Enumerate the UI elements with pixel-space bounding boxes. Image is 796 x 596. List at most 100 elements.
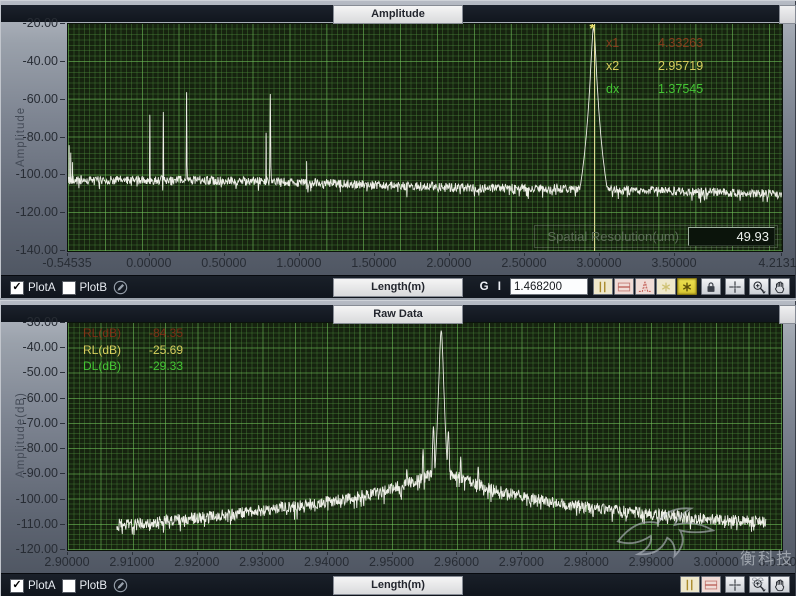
- readout-row: x22.95719: [606, 54, 703, 77]
- y-tick-label: -80.00: [23, 130, 58, 144]
- plotb-label: PlotB: [80, 580, 108, 592]
- toolbar-right: G I: [480, 278, 790, 295]
- band-marker-icon[interactable]: [614, 278, 634, 295]
- partial-tab[interactable]: [779, 305, 796, 324]
- readout-row: x14.33263: [606, 31, 703, 54]
- y-axis-ticks: -30.00-40.00-50.00-60.00-70.00-80.00-90.…: [0, 322, 67, 549]
- x-tick-label: 2.90000: [44, 555, 89, 569]
- plot-area[interactable]: RL(dB)-84.35RL(dB)-25.69DL(dB)-29.33: [67, 322, 783, 551]
- spatial-resolution-label: Spatial Resolution(um): [547, 229, 679, 244]
- x-axis-ticks: 2.90000 2.91000 2.92000 2.93000 2.94000 2.950…: [0, 552, 796, 569]
- plotb-checkbox[interactable]: PlotB: [62, 579, 108, 593]
- lock-icon[interactable]: [701, 278, 721, 295]
- cursor-lines-icon[interactable]: [680, 576, 700, 593]
- band-marker-icon[interactable]: [701, 576, 721, 593]
- x-tick-label: 2.93000: [239, 555, 284, 569]
- spatial-resolution-value: 49.93: [688, 227, 775, 246]
- x-tick-label: 2.91000: [109, 555, 154, 569]
- footer-toolbar: PlotA PlotB Length(m) G I: [1, 275, 795, 298]
- group-index-label: G I: [480, 281, 504, 293]
- x-tick-label: 2.00000: [426, 256, 471, 270]
- zoom-in-icon[interactable]: [749, 576, 769, 593]
- tab-length-top[interactable]: Length(m): [333, 278, 463, 297]
- tab-amplitude[interactable]: Amplitude: [333, 5, 463, 24]
- plotb-checkbox[interactable]: PlotB: [62, 281, 108, 295]
- x-tick-label: 2.98000: [564, 555, 609, 569]
- plotb-checkbox-box[interactable]: [62, 579, 76, 593]
- toolbar-right: [679, 576, 790, 593]
- y-tick-label: -60.00: [23, 391, 58, 405]
- measurement-legend: RL(dB)-84.35RL(dB)-25.69DL(dB)-29.33: [83, 325, 183, 375]
- cursor-line[interactable]: [594, 24, 595, 251]
- x-tick-label: 3.01000: [758, 555, 796, 569]
- cursor-star-icon: [590, 23, 595, 36]
- plotb-label: PlotB: [80, 282, 108, 294]
- plota-checkbox-box[interactable]: [10, 579, 24, 593]
- legend-row: DL(dB)-29.33: [83, 358, 183, 375]
- x-tick-label: 1.00000: [276, 256, 321, 270]
- star-marker-icon[interactable]: [677, 278, 697, 295]
- readout-row: dx1.37545: [606, 77, 703, 100]
- tab-raw-data[interactable]: Raw Data: [333, 305, 463, 324]
- legend-row: RL(dB)-25.69: [83, 342, 183, 359]
- y-axis-ticks: -20.00-40.00-60.00-80.00-100.00-120.00-1…: [0, 23, 67, 250]
- y-tick-label: -40.00: [23, 340, 58, 354]
- x-tick-label: 2.94000: [304, 555, 349, 569]
- edit-pencil-icon[interactable]: [113, 280, 128, 295]
- y-tick-label: -80.00: [23, 441, 58, 455]
- plot-toggles: PlotA PlotB: [10, 280, 128, 295]
- plota-checkbox[interactable]: PlotA: [10, 281, 56, 295]
- y-tick-label: -120.00: [16, 205, 58, 219]
- y-tick-label: -60.00: [23, 92, 58, 106]
- pan-hand-icon[interactable]: [770, 576, 790, 593]
- plot-area[interactable]: x14.33263x22.95719dx1.37545 Spatial Reso…: [67, 23, 783, 252]
- x-tick-label: 4.21318: [758, 256, 796, 270]
- y-tick-label: -50.00: [23, 365, 58, 379]
- x-axis-ticks: -0.545350.000000.500001.000001.500002.00…: [0, 253, 796, 270]
- group-index-input[interactable]: [510, 278, 588, 295]
- x-tick-label: 1.50000: [351, 256, 396, 270]
- plot-toggles: PlotA PlotB: [10, 578, 128, 593]
- cursor-lines-icon[interactable]: [593, 278, 613, 295]
- x-tick-label: 2.97000: [499, 555, 544, 569]
- x-tick-label: 2.50000: [501, 256, 546, 270]
- x-tick-label: 3.50000: [651, 256, 696, 270]
- y-tick-label: -90.00: [23, 466, 58, 480]
- toolbar-icons: [592, 278, 790, 295]
- plota-checkbox-box[interactable]: [10, 281, 24, 295]
- zoom-in-icon[interactable]: [749, 278, 769, 295]
- crosshair-icon[interactable]: [725, 576, 745, 593]
- plota-checkbox[interactable]: PlotA: [10, 579, 56, 593]
- crosshair-icon[interactable]: [725, 278, 745, 295]
- cursor-readout: x14.33263x22.95719dx1.37545: [606, 31, 703, 100]
- plotb-checkbox-box[interactable]: [62, 281, 76, 295]
- x-tick-label: 3.00000: [693, 555, 738, 569]
- y-tick-label: -40.00: [23, 54, 58, 68]
- panel-amplitude: Amplitude Amplitude -20.00-40.00-60.00-8…: [0, 0, 796, 298]
- panel-raw-data: Raw Data Amplitude(dB) -30.00-40.00-50.0…: [0, 300, 796, 596]
- partial-tab[interactable]: [779, 5, 796, 24]
- marker-dim-icon[interactable]: [656, 278, 676, 295]
- edit-pencil-icon[interactable]: [113, 578, 128, 593]
- peak-marker-icon[interactable]: [635, 278, 655, 295]
- app-window: Amplitude Amplitude -20.00-40.00-60.00-8…: [0, 0, 796, 596]
- toolbar-icons: [679, 576, 790, 593]
- y-tick-label: -20.00: [23, 16, 58, 30]
- y-tick-label: -70.00: [23, 416, 58, 430]
- legend-row: RL(dB)-84.35: [83, 325, 183, 342]
- tab-length-bottom[interactable]: Length(m): [333, 576, 463, 595]
- x-tick-label: 3.00000: [576, 256, 621, 270]
- y-tick-label: -100.00: [16, 167, 58, 181]
- y-tick-label: -110.00: [17, 517, 58, 531]
- plota-label: PlotA: [28, 282, 56, 294]
- y-tick-label: -100.00: [16, 492, 58, 506]
- x-tick-label: 0.50000: [201, 256, 246, 270]
- x-tick-label: 0.00000: [126, 256, 171, 270]
- footer-toolbar: PlotA PlotB Length(m): [1, 573, 795, 596]
- plota-label: PlotA: [28, 580, 56, 592]
- x-tick-label: 2.92000: [174, 555, 219, 569]
- y-tick-label: -30.00: [23, 315, 58, 329]
- x-tick-label: 2.96000: [434, 555, 479, 569]
- x-tick-label: 2.95000: [369, 555, 414, 569]
- pan-hand-icon[interactable]: [770, 278, 790, 295]
